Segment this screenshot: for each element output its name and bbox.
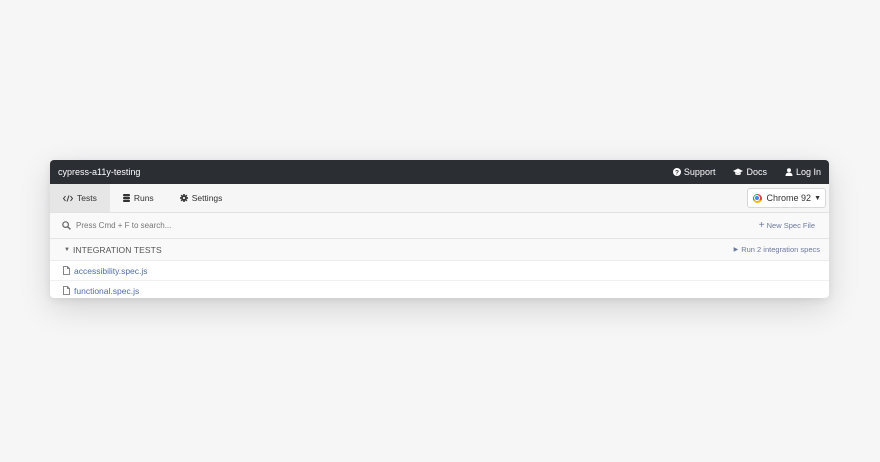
login-link[interactable]: Log In — [785, 167, 821, 177]
gear-icon — [179, 194, 188, 202]
spec-file-name: accessibility.spec.js — [74, 265, 148, 276]
top-links: ? Support Docs Log In — [655, 167, 821, 177]
code-icon — [63, 194, 73, 202]
tab-runs-label: Runs — [133, 193, 154, 203]
run-all-specs-label: Run 2 integration specs — [741, 245, 820, 254]
nav-tabs: Tests Runs Settings Chrome 92 ▼ — [50, 184, 829, 213]
caret-down-icon: ▼ — [64, 246, 70, 253]
file-icon — [63, 286, 70, 295]
group-label: INTEGRATION TESTS — [72, 244, 162, 255]
caret-down-icon: ▼ — [814, 194, 821, 202]
question-circle-icon: ? — [672, 168, 681, 176]
tab-tests[interactable]: Tests — [50, 184, 110, 212]
chrome-icon — [752, 193, 762, 203]
search-input[interactable] — [76, 221, 759, 230]
spec-file-row[interactable]: accessibility.spec.js — [50, 261, 829, 281]
browser-select[interactable]: Chrome 92 ▼ — [746, 188, 826, 208]
integration-tests-header[interactable]: ▼ INTEGRATION TESTS ▶ Run 2 integration … — [50, 239, 829, 261]
tab-runs[interactable]: Runs — [110, 184, 167, 212]
tab-tests-label: Tests — [77, 193, 97, 203]
spec-list: accessibility.spec.js functional.spec.js — [50, 261, 829, 298]
project-title: cypress-a11y-testing — [58, 167, 141, 177]
support-link[interactable]: ? Support — [672, 167, 716, 177]
app-window: cypress-a11y-testing ? Support Docs Log … — [50, 160, 829, 298]
tab-settings[interactable]: Settings — [167, 184, 236, 212]
title-bar: cypress-a11y-testing ? Support Docs Log … — [50, 160, 829, 184]
search-bar: + New Spec File — [50, 213, 829, 239]
new-spec-file-label: New Spec File — [766, 221, 815, 230]
svg-text:?: ? — [675, 169, 679, 176]
user-icon — [785, 168, 793, 176]
docs-link-label: Docs — [746, 167, 767, 177]
play-icon: ▶ — [733, 247, 739, 253]
graduation-cap-icon — [733, 168, 744, 176]
tab-settings-label: Settings — [191, 193, 223, 203]
run-all-specs-button[interactable]: ▶ Run 2 integration specs — [734, 245, 820, 254]
file-icon — [63, 266, 70, 275]
browser-select-label: Chrome 92 — [766, 193, 812, 203]
database-icon — [122, 194, 130, 202]
plus-icon: + — [758, 219, 765, 231]
login-link-label: Log In — [795, 167, 821, 177]
spec-file-name: functional.spec.js — [74, 285, 140, 296]
support-link-label: Support — [683, 167, 716, 177]
new-spec-file-button[interactable]: + New Spec File — [758, 219, 815, 231]
spec-file-row[interactable]: functional.spec.js — [50, 281, 829, 298]
search-icon — [62, 221, 71, 230]
docs-link[interactable]: Docs — [733, 167, 767, 177]
